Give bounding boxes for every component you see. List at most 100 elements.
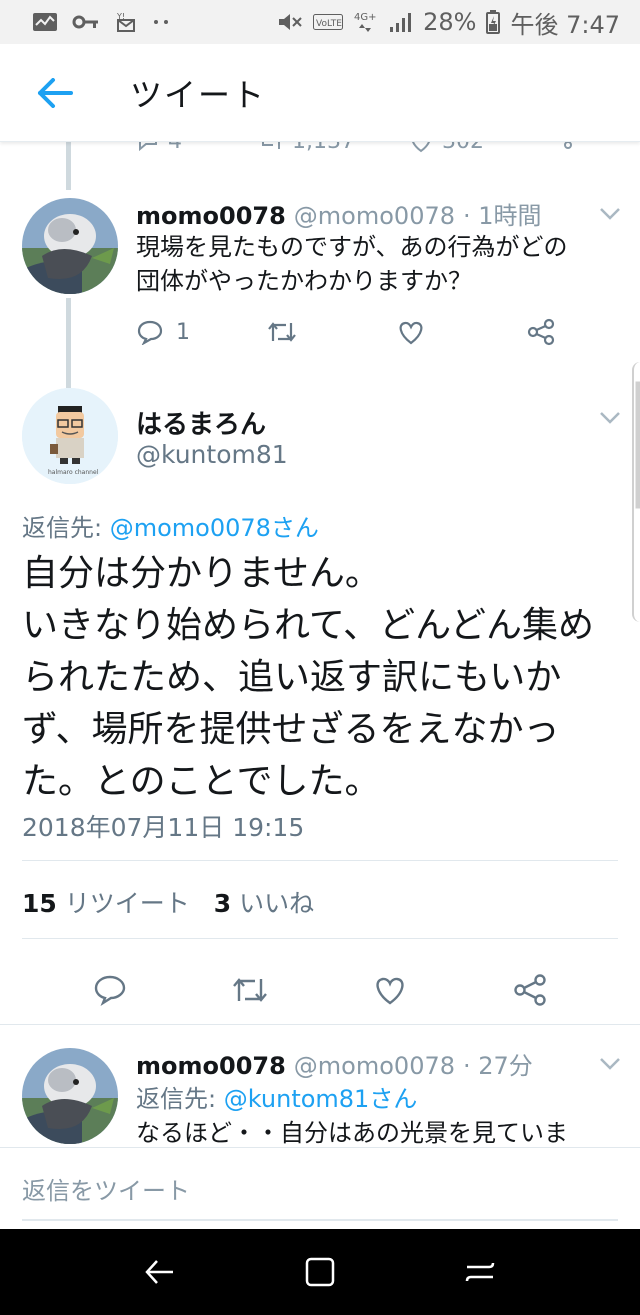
main-tweet-text: 自分は分かりません。 いきなり始められて、どんどん集め られたため、追い返す訳に… bbox=[22, 548, 622, 808]
reply-button[interactable] bbox=[80, 960, 140, 1020]
system-home-button[interactable] bbox=[290, 1242, 350, 1302]
reply-compose-bar[interactable]: 返信をツイート bbox=[0, 1147, 640, 1229]
user-handle[interactable]: @momo0078 bbox=[294, 202, 455, 230]
status-right: VoLTE 4G+ 28% 午後 7:47 bbox=[277, 5, 620, 40]
back-button[interactable] bbox=[0, 44, 110, 142]
text-line: いきなり始められて、どんどん集め bbox=[22, 605, 595, 646]
clock: 午後 7:47 bbox=[510, 10, 620, 39]
mail-icon: Y! bbox=[114, 11, 138, 33]
back-icon bbox=[145, 1260, 173, 1284]
text-line: 自分は分かりません。 bbox=[22, 553, 381, 594]
retweet-stat[interactable]: 15 リツイート bbox=[22, 884, 190, 920]
reply-to-user-link[interactable]: @momo0078さん bbox=[110, 514, 319, 542]
like-total: 3 bbox=[213, 889, 232, 918]
reply-count: 1 bbox=[176, 319, 190, 345]
chevron-down-icon[interactable] bbox=[598, 410, 622, 426]
text-line: られたため、追い返す訳にもいか bbox=[22, 657, 562, 698]
more-notifications-icon bbox=[152, 17, 172, 27]
like-stat[interactable]: 3 いいね bbox=[214, 884, 314, 920]
svg-text:Y!: Y! bbox=[116, 12, 125, 21]
svg-text:4G+: 4G+ bbox=[354, 12, 377, 23]
svg-text:halmaro channel: halmaro channel bbox=[48, 469, 99, 476]
reply-tweet-actions: 1 bbox=[136, 312, 566, 352]
reply-to-line: 返信先: @kuntom81さん bbox=[136, 1082, 616, 1116]
reply-to-label: 返信先: bbox=[22, 514, 103, 542]
like-label: いいね bbox=[239, 889, 315, 918]
heart-icon bbox=[399, 321, 423, 345]
like-icon[interactable]: 302 bbox=[408, 142, 538, 154]
status-left: Y! bbox=[32, 11, 172, 33]
next-tweet-header: momo0078 @momo0078 · 27分 bbox=[136, 1046, 533, 1081]
reply-button[interactable]: 1 bbox=[136, 319, 266, 345]
user-handle[interactable]: @momo0078 bbox=[294, 1052, 455, 1080]
reply-icon bbox=[94, 975, 126, 1006]
status-bar: Y! VoLTE 4G+ 28% 午後 7:47 bbox=[0, 0, 640, 44]
retweet-label: リツイート bbox=[64, 889, 190, 918]
reply-icon bbox=[137, 320, 163, 345]
thread-line-top bbox=[66, 142, 71, 190]
next-tweet-body: 返信先: @kuntom81さん なるほど・・自分はあの光景を見ていま bbox=[136, 1082, 616, 1147]
retweet-icon[interactable]: 1,137 bbox=[258, 142, 398, 154]
user-name[interactable]: momo0078 bbox=[136, 202, 286, 230]
like-button[interactable] bbox=[396, 319, 526, 345]
back-arrow-icon bbox=[38, 77, 73, 108]
conversation-timeline[interactable]: 4 1,137 302 bbox=[0, 142, 640, 1147]
main-user-name[interactable]: はるまろん bbox=[136, 404, 266, 441]
user-name[interactable]: momo0078 bbox=[136, 1052, 286, 1080]
reply-to-label: 返信先: bbox=[136, 1085, 217, 1113]
signal-icon bbox=[389, 11, 413, 33]
retweet-total: 15 bbox=[22, 889, 57, 918]
scrollbar[interactable] bbox=[632, 362, 640, 622]
text-line: なるほど・・自分はあの光景を見ていま bbox=[136, 1119, 568, 1147]
text-line: 現場を見たものですが、あの行為がどの bbox=[136, 233, 568, 261]
retweet-icon bbox=[233, 978, 267, 1002]
share-icon[interactable] bbox=[548, 142, 574, 156]
avatar-kuntom81[interactable]: halmaro channel bbox=[22, 388, 118, 484]
retweet-count: 1,137 bbox=[292, 142, 355, 154]
main-tweet-actions bbox=[0, 960, 640, 1006]
main-user-handle[interactable]: @kuntom81 bbox=[136, 440, 288, 469]
reply-tweet-text: 現場を見たものですが、あの行為がどの 団体がやったかわかりますか？ bbox=[136, 230, 616, 298]
text-line: ず、場所を提供せざるをえなかっ bbox=[22, 709, 560, 750]
share-button[interactable] bbox=[500, 960, 560, 1020]
chevron-down-icon[interactable] bbox=[598, 1056, 622, 1072]
app-bar: ツイート bbox=[0, 44, 640, 142]
tweet-time: · 27分 bbox=[463, 1052, 533, 1080]
text-line: 団体がやったかわかりますか？ bbox=[136, 267, 472, 295]
volte-badge: VoLTE bbox=[313, 14, 344, 30]
battery-icon bbox=[486, 10, 501, 34]
input-underline bbox=[22, 1219, 618, 1221]
divider bbox=[22, 938, 618, 939]
avatar-momo0078[interactable] bbox=[22, 1048, 118, 1144]
engagement-stats: 15 リツイート 3 いいね bbox=[22, 884, 314, 920]
reply-to-line: 返信先: @momo0078さん bbox=[22, 508, 319, 543]
reply-icon[interactable]: 4 bbox=[136, 142, 248, 154]
text-line: た。とのことでした。 bbox=[22, 761, 381, 802]
thread-line-middle bbox=[66, 298, 71, 388]
reply-tweet-header: momo0078 @momo0078 · 1時間 bbox=[136, 196, 542, 231]
retweet-button[interactable] bbox=[220, 960, 280, 1020]
svg-text:VoLTE: VoLTE bbox=[316, 19, 342, 29]
previous-tweet-actions: 4 1,137 302 bbox=[136, 142, 576, 156]
chevron-down-icon[interactable] bbox=[598, 206, 622, 222]
reply-to-user-link[interactable]: @kuntom81さん bbox=[224, 1085, 418, 1113]
reply-input[interactable]: 返信をツイート bbox=[22, 1171, 190, 1206]
activity-icon bbox=[32, 11, 58, 33]
system-navigation-bar bbox=[0, 1229, 640, 1315]
system-back-button[interactable] bbox=[130, 1242, 190, 1302]
avatar-momo0078[interactable] bbox=[22, 198, 118, 294]
share-button[interactable] bbox=[526, 318, 556, 346]
retweet-button[interactable] bbox=[266, 319, 396, 345]
like-button[interactable] bbox=[360, 960, 420, 1020]
tweet-time: · 1時間 bbox=[463, 202, 542, 230]
battery-percent: 28% bbox=[423, 8, 477, 36]
recent-apps-icon bbox=[465, 1262, 495, 1282]
page-title: ツイート bbox=[130, 75, 267, 114]
mute-icon bbox=[277, 11, 303, 33]
key-icon bbox=[72, 13, 100, 31]
system-recents-button[interactable] bbox=[450, 1242, 510, 1302]
tweet-timestamp: 2018年07月11日 19:15 bbox=[22, 813, 305, 842]
divider bbox=[22, 860, 618, 861]
section-divider bbox=[0, 1024, 640, 1025]
share-icon bbox=[514, 974, 546, 1006]
